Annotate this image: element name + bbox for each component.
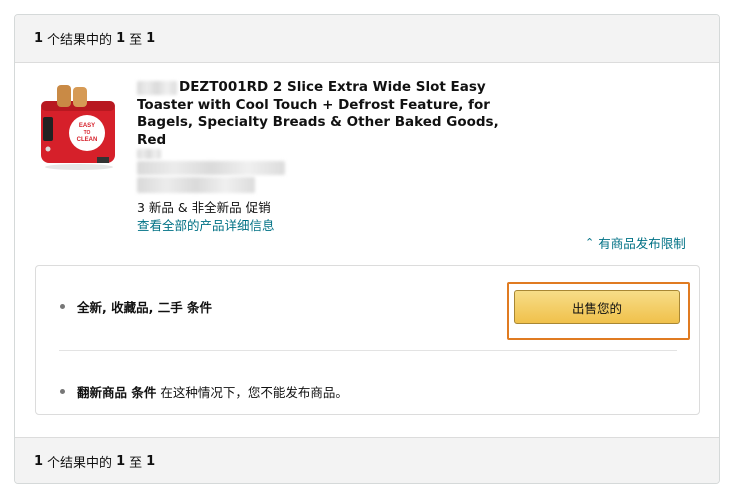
svg-text:TO: TO: [84, 130, 91, 136]
results-count: 1: [34, 454, 44, 469]
results-range-end: 1: [146, 31, 156, 46]
condition-label-refurbished: 翻新商品 条件: [77, 385, 157, 400]
svg-text:CLEAN: CLEAN: [77, 137, 98, 143]
product-title[interactable]: DEZT001RD 2 Slice Extra Wide Slot Easy T…: [137, 79, 507, 149]
divider: [59, 350, 677, 351]
results-container: 1 个结果中的 1 至 1 EASY TO CLEAN DEZT001RD 2 …: [14, 14, 720, 484]
condition-label-new: 全新, 收藏品, 二手 条件: [77, 300, 213, 315]
redacted-block-2: [137, 161, 285, 175]
product-details-link[interactable]: 查看全部的产品详细信息: [137, 215, 275, 234]
results-count: 1: [34, 31, 44, 46]
offers-summary: 3 新品 & 非全新品 促销: [137, 200, 271, 215]
results-of-text: 个结果中的: [47, 456, 113, 471]
listing-restriction-toggle[interactable]: ⌃ 有商品发布限制: [585, 233, 686, 252]
restriction-label: 有商品发布限制: [598, 236, 686, 251]
results-to-text: 至: [129, 33, 143, 48]
chevron-up-icon: ⌃: [585, 236, 595, 249]
condition-refurbished: 翻新商品 条件 在这种情况下，您不能发布商品。: [60, 382, 348, 401]
results-count-bar-bottom: 1 个结果中的 1 至 1: [15, 437, 719, 483]
results-count-bar-top: 1 个结果中的 1 至 1: [15, 15, 719, 63]
product-image[interactable]: EASY TO CLEAN: [37, 77, 121, 171]
condition-new-collectible-used: 全新, 收藏品, 二手 条件: [60, 297, 212, 316]
bullet-icon: [60, 389, 65, 394]
redacted-block-1: [137, 149, 161, 159]
product-title-text: DEZT001RD 2 Slice Extra Wide Slot Easy T…: [137, 79, 499, 148]
redacted-block-3: [137, 177, 255, 193]
results-range-end: 1: [146, 454, 156, 469]
results-range-start: 1: [116, 31, 126, 46]
condition-refurbished-note: 在这种情况下，您不能发布商品。: [160, 385, 348, 400]
conditions-panel: 全新, 收藏品, 二手 条件 出售您的 翻新商品 条件 在这种情况下，您不能发布…: [35, 265, 700, 415]
results-of-text: 个结果中的: [47, 33, 113, 48]
results-to-text: 至: [129, 456, 143, 471]
sell-yours-button[interactable]: 出售您的: [514, 290, 680, 324]
bullet-icon: [60, 304, 65, 309]
results-range-start: 1: [116, 454, 126, 469]
svg-text:EASY: EASY: [79, 123, 95, 129]
